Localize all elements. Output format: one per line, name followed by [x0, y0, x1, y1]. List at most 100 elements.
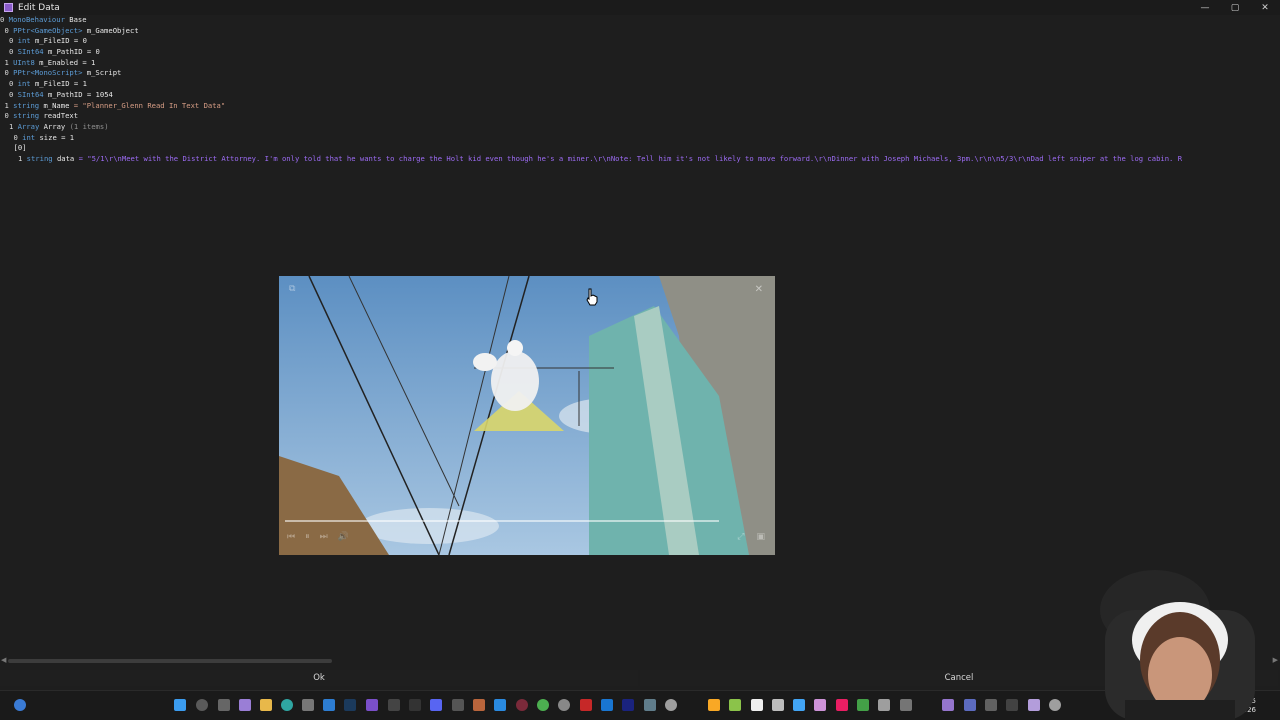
- app-icon-19[interactable]: [751, 699, 763, 711]
- video-progress-bar[interactable]: [285, 520, 719, 522]
- tree-type: int: [17, 79, 31, 89]
- app-icon-29[interactable]: [985, 699, 997, 711]
- app-icon-3[interactable]: [323, 699, 335, 711]
- app-icon-18[interactable]: [729, 699, 741, 711]
- app-icon-32[interactable]: [1049, 699, 1061, 711]
- app-icon-11[interactable]: [558, 699, 570, 711]
- tree-type: SInt64: [17, 89, 44, 99]
- tree-type: PPtr<MonoScript>: [13, 68, 83, 78]
- file-explorer-icon[interactable]: [260, 699, 272, 711]
- app-icon-17[interactable]: [708, 699, 720, 711]
- tree-name: m_GameObject: [86, 25, 139, 35]
- app-icon-7[interactable]: [430, 699, 442, 711]
- app-icon-10[interactable]: [516, 699, 528, 711]
- app-icon-2[interactable]: [302, 699, 314, 711]
- fullscreen-icon[interactable]: ▣: [756, 532, 765, 542]
- tree-value: = "Planner_Glenn Read In Text Data": [73, 100, 226, 110]
- tree-name: Array: [43, 121, 66, 131]
- vscode-icon[interactable]: [494, 699, 506, 711]
- maximize-button[interactable]: ▢: [1220, 0, 1250, 15]
- app-icon-24[interactable]: [857, 699, 869, 711]
- tree-name: [0]: [13, 143, 27, 153]
- tree-row[interactable]: 0 int m_FileID = 0: [0, 36, 1280, 47]
- weather-icon[interactable]: [14, 699, 26, 711]
- tree-value: = 0: [86, 47, 100, 57]
- app-icon-9[interactable]: [473, 699, 485, 711]
- edge-icon[interactable]: [281, 699, 293, 711]
- app-icon-12[interactable]: [580, 699, 592, 711]
- task-view-icon[interactable]: [218, 699, 230, 711]
- tree-row[interactable]: 1 string m_Name = "Planner_Glenn Read In…: [0, 101, 1280, 112]
- tree-type: string: [13, 100, 40, 110]
- app-icon-27[interactable]: [942, 699, 954, 711]
- chrome-icon[interactable]: [537, 699, 549, 711]
- tree-num: 1: [4, 100, 9, 110]
- tree-name: m_PathID: [47, 89, 83, 99]
- tree-row[interactable]: 0 PPtr<MonoScript> m_Script: [0, 68, 1280, 79]
- video-frame: [279, 276, 775, 555]
- search-icon[interactable]: [196, 699, 208, 711]
- app-icon-23[interactable]: [836, 699, 848, 711]
- tree-row[interactable]: 0 int size = 1: [0, 133, 1280, 144]
- window-title: Edit Data: [18, 2, 60, 13]
- picture-in-picture-icon[interactable]: ⧉: [289, 284, 295, 294]
- tree-value: = "5/1\r\nMeet with the District Attorne…: [78, 153, 1183, 163]
- tree-type: SInt64: [17, 47, 44, 57]
- tree-num: 1: [9, 121, 14, 131]
- next-icon[interactable]: ⏭: [320, 532, 328, 542]
- tree-row[interactable]: 0 SInt64 m_PathID = 0: [0, 47, 1280, 58]
- app-icon-21[interactable]: [793, 699, 805, 711]
- video-player[interactable]: ⧉ ✕ ⏮ ⏸ ⏭ 🔊 ⤢ ▣: [279, 276, 775, 555]
- tree-row[interactable]: 1 string data = "5/1\r\nMeet with the Di…: [0, 154, 1280, 165]
- app-icon-1[interactable]: [239, 699, 251, 711]
- data-tree[interactable]: 0 MonoBehaviour Base 0 PPtr<GameObject> m…: [0, 15, 1280, 175]
- tree-num: 0: [0, 15, 5, 24]
- minimize-button[interactable]: —: [1190, 0, 1220, 15]
- tree-type: MonoBehaviour: [8, 15, 65, 24]
- app-icon-13[interactable]: [601, 699, 613, 711]
- app-icon-14[interactable]: [622, 699, 634, 711]
- app-icon-8[interactable]: [452, 699, 464, 711]
- tree-row[interactable]: 1 Array Array (1 items): [0, 122, 1280, 133]
- app-icon-20[interactable]: [772, 699, 784, 711]
- tree-row[interactable]: 1 UInt8 m_Enabled = 1: [0, 58, 1280, 69]
- tree-row[interactable]: 0 SInt64 m_PathID = 1054: [0, 90, 1280, 101]
- tree-row[interactable]: [0]: [0, 143, 1280, 154]
- app-icon-26[interactable]: [900, 699, 912, 711]
- window-controls: — ▢ ✕: [1190, 0, 1280, 15]
- tree-type: PPtr<GameObject>: [13, 25, 83, 35]
- app-icon-28[interactable]: [964, 699, 976, 711]
- tree-row[interactable]: 0 int m_FileID = 1: [0, 79, 1280, 90]
- app-icon-4[interactable]: [366, 699, 378, 711]
- app-icon-31[interactable]: [1028, 699, 1040, 711]
- tree-row[interactable]: 0 string readText: [0, 111, 1280, 122]
- player-controls: ⏮ ⏸ ⏭ 🔊: [287, 532, 349, 542]
- player-close-icon[interactable]: ✕: [755, 284, 763, 295]
- app-icon-30[interactable]: [1006, 699, 1018, 711]
- tree-type: Array: [17, 121, 40, 131]
- expand-icon[interactable]: ⤢: [737, 532, 744, 542]
- tree-num: 1: [18, 153, 23, 163]
- app-icon-5[interactable]: [388, 699, 400, 711]
- scroll-left-icon[interactable]: ◀: [1, 656, 6, 664]
- steam-icon[interactable]: [344, 699, 356, 711]
- app-icon-16[interactable]: [665, 699, 677, 711]
- close-button[interactable]: ✕: [1250, 0, 1280, 15]
- tree-name: m_FileID: [34, 79, 70, 89]
- volume-icon[interactable]: 🔊: [338, 532, 349, 542]
- previous-icon[interactable]: ⏮: [287, 532, 295, 542]
- tree-value: = 0: [73, 36, 87, 46]
- tree-name: m_FileID: [34, 36, 70, 46]
- tree-row[interactable]: 0 PPtr<GameObject> m_GameObject: [0, 26, 1280, 37]
- ok-button[interactable]: Ok: [0, 670, 638, 686]
- tree-value: = 1054: [86, 89, 113, 99]
- scrollbar-thumb[interactable]: [8, 659, 332, 663]
- tree-row[interactable]: 0 MonoBehaviour Base: [0, 15, 1280, 26]
- app-icon-15[interactable]: [644, 699, 656, 711]
- app-icon-25[interactable]: [878, 699, 890, 711]
- pause-icon[interactable]: ⏸: [305, 532, 310, 542]
- start-icon[interactable]: [174, 699, 186, 711]
- tree-value: = 1: [73, 79, 87, 89]
- app-icon-22[interactable]: [814, 699, 826, 711]
- app-icon-6[interactable]: [409, 699, 421, 711]
